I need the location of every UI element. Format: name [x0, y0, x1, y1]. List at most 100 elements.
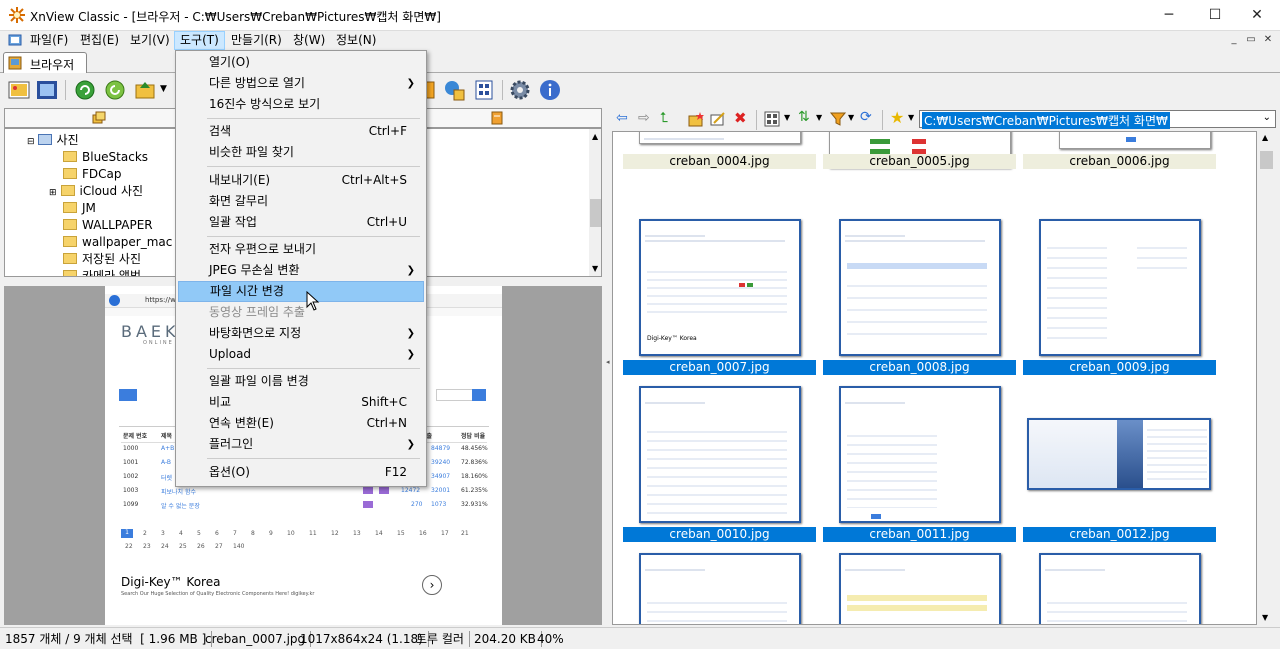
filter-funnel-icon[interactable] — [830, 111, 846, 127]
refresh-icon[interactable] — [73, 78, 97, 102]
menu-item-send-email[interactable]: 전자 우편으로 보내기 — [178, 239, 424, 260]
address-bar[interactable]: C:₩Users₩Creban₩Pictures₩캡처 화면₩ ⌄ — [919, 110, 1276, 129]
status-count: 1857 개체 / 9 개체 선택 [ 1.96 MB ] — [0, 631, 213, 647]
menu-edit[interactable]: 편집(E) — [75, 31, 124, 50]
favorites-star-icon[interactable]: ★ — [890, 108, 904, 127]
menu-item-compare[interactable]: 비교 Shift+C — [178, 392, 424, 413]
minimize-button[interactable]: ─ — [1146, 0, 1192, 31]
menu-info[interactable]: 정보(N) — [331, 31, 381, 50]
back-icon[interactable]: ⇦ — [616, 110, 628, 126]
status-filesize: 204.20 KB — [469, 631, 542, 647]
menu-file[interactable]: 파일(F) — [25, 31, 73, 50]
open-image-icon[interactable] — [7, 78, 31, 102]
thumbnail-item[interactable]: creban_0009.jpg — [1023, 219, 1216, 377]
maximize-button[interactable]: ☐ — [1192, 0, 1238, 31]
preview-ad-arrow-icon: › — [422, 575, 442, 595]
sort-icon[interactable]: ⇅ — [798, 109, 810, 125]
tree-item-photos[interactable]: ⊟ 사진 — [27, 132, 79, 149]
thumbnail-item[interactable]: creban_0008.jpg — [823, 219, 1016, 377]
rotate-icon[interactable] — [103, 78, 127, 102]
view-mode-dropdown-icon[interactable]: ▼ — [784, 113, 790, 122]
menu-item-search[interactable]: 검색 Ctrl+F — [178, 121, 424, 142]
thumbnail-item[interactable]: creban_0004.jpg — [623, 132, 816, 192]
info-icon[interactable] — [538, 78, 562, 102]
tree-item-camera[interactable]: 카메라 앨범 — [63, 268, 141, 276]
menu-item-open[interactable]: 열기(O) — [178, 52, 424, 73]
status-bar: 1857 개체 / 9 개체 선택 [ 1.96 MB ] creban_000… — [0, 627, 1280, 649]
menu-item-batch-convert[interactable]: 연속 변환(E) Ctrl+N — [178, 413, 424, 434]
tree-item-icloud[interactable]: ⊞ iCloud 사진 — [49, 183, 143, 200]
catalog-icon[interactable] — [490, 111, 504, 125]
parent-folder-icon[interactable]: ⮤ — [660, 110, 668, 126]
menu-item-batch-rename[interactable]: 일괄 파일 이름 변경 — [178, 371, 424, 392]
settings-gear-icon[interactable] — [508, 78, 532, 102]
tree-item-wallpaper[interactable]: WALLPAPER — [63, 217, 153, 234]
thumbnail-grid: creban_0004.jpg creban_0005.jpg creban_0… — [612, 131, 1257, 625]
menu-item-find-similar[interactable]: 비슷한 파일 찾기 — [178, 142, 424, 163]
tools-dropdown-menu: 열기(O) 다른 방법으로 열기 ❯ 16진수 방식으로 보기 검색 Ctrl+F … — [175, 50, 427, 487]
menu-item-screen-capture[interactable]: 화면 갈무리 — [178, 191, 424, 212]
tree-item-jm[interactable]: JM — [63, 200, 96, 217]
move-dropdown-icon[interactable]: ▼ — [160, 84, 167, 94]
status-color: 트루 컬러 — [411, 631, 470, 647]
window-title: XnView Classic - [브라우저 - C:₩Users₩Creban… — [30, 10, 441, 24]
menu-item-upload[interactable]: Upload ❯ — [178, 344, 424, 365]
mouse-cursor-icon — [306, 291, 320, 311]
tree-item-bluestacks[interactable]: BlueStacks — [63, 149, 148, 166]
menu-item-options[interactable]: 옵션(O) F12 — [178, 462, 424, 483]
mdi-minimize-button[interactable]: _ — [1226, 33, 1242, 47]
favorites-dropdown-icon[interactable]: ▼ — [908, 113, 914, 122]
menu-item-set-wallpaper[interactable]: 바탕화면으로 지정 ❯ — [178, 323, 424, 344]
tree-item-saved[interactable]: 저장된 사진 — [63, 251, 141, 268]
filter-dropdown-icon[interactable]: ▼ — [848, 113, 854, 122]
rename-icon[interactable] — [710, 111, 726, 127]
mdi-restore-button[interactable]: ▭ — [1243, 33, 1259, 47]
new-folder-icon[interactable] — [688, 111, 704, 127]
web-icon[interactable] — [442, 78, 466, 102]
thumbnail-item-partial — [623, 553, 816, 624]
fullscreen-icon[interactable] — [35, 78, 59, 102]
menu-view[interactable]: 보기(V) — [125, 31, 175, 50]
thumbnail-scrollbar[interactable]: ▲ ▼ — [1258, 131, 1275, 625]
folders-icon[interactable] — [92, 111, 106, 125]
thumbnail-item[interactable]: Digi-Key™ Korea creban_0007.jpg — [623, 219, 816, 377]
menu-item-jpeg-lossless[interactable]: JPEG 무손실 변환 ❯ — [178, 260, 424, 281]
view-mode-icon[interactable] — [764, 111, 780, 127]
menu-item-export[interactable]: 내보내기(E) Ctrl+Alt+S — [178, 170, 424, 191]
address-path: C:₩Users₩Creban₩Pictures₩캡처 화면₩ — [922, 112, 1170, 129]
sync-icon[interactable]: ⟳ — [860, 109, 872, 125]
tree-item-wallpaper-mac[interactable]: wallpaper_mac — [63, 234, 172, 251]
grid-icon[interactable] — [472, 78, 496, 102]
thumbnail-item[interactable]: creban_0012.jpg — [1023, 386, 1216, 544]
address-dropdown-icon[interactable]: ⌄ — [1263, 112, 1271, 123]
delete-icon[interactable]: ✖ — [734, 109, 747, 127]
tree-item-fdcap[interactable]: FDCap — [63, 166, 122, 183]
menu-item-extract-frames[interactable]: 동영상 프레임 추출 — [178, 302, 424, 323]
preview-ad-title: Digi-Key™ Korea — [121, 575, 221, 589]
close-button[interactable]: ✕ — [1234, 0, 1280, 31]
pane-splitter[interactable]: ◂ — [604, 108, 612, 625]
tab-browser[interactable]: 브라우저 — [3, 52, 87, 73]
menu-item-open-with[interactable]: 다른 방법으로 열기 ❯ — [178, 73, 424, 94]
thumbnail-item[interactable]: creban_0011.jpg — [823, 386, 1016, 544]
mdi-close-button[interactable]: ✕ — [1260, 33, 1276, 47]
move-up-icon[interactable] — [133, 78, 157, 102]
thumbnail-item[interactable]: creban_0006.jpg — [1023, 132, 1216, 192]
menu-create[interactable]: 만들기(R) — [226, 31, 287, 50]
thumbnail-item[interactable]: creban_0010.jpg — [623, 386, 816, 544]
preview-brand-sub: ONLINE — [143, 340, 174, 346]
menu-window[interactable]: 창(W) — [288, 31, 330, 50]
status-dimensions: 1017x864x24 (1.18) — [295, 631, 429, 647]
menu-tools[interactable]: 도구(T) — [174, 31, 225, 50]
status-zoom: 40% — [537, 632, 564, 646]
menu-item-change-file-time[interactable]: 파일 시간 변경 — [178, 281, 424, 302]
menu-item-plugins[interactable]: 플러그인 ❯ — [178, 434, 424, 455]
tree-scrollbar[interactable]: ▲ ▼ — [589, 129, 601, 276]
thumbnail-item[interactable]: creban_0005.jpg — [823, 132, 1016, 192]
sort-dropdown-icon[interactable]: ▼ — [816, 113, 822, 122]
menu-item-batch[interactable]: 일괄 작업 Ctrl+U — [178, 212, 424, 233]
menu-item-hex-view[interactable]: 16진수 방식으로 보기 — [178, 94, 424, 115]
browser-icon — [8, 56, 22, 70]
forward-icon[interactable]: ⇨ — [638, 110, 650, 126]
app-menu-icon[interactable] — [8, 33, 22, 47]
